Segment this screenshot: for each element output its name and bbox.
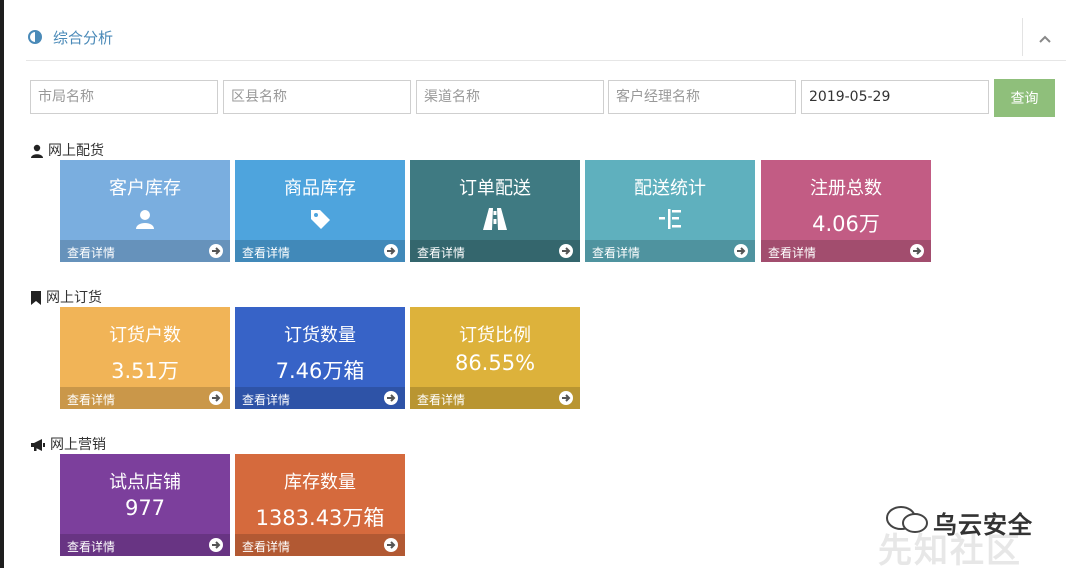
district-input[interactable] [223,80,411,114]
section-online-distribution: 网上配货 [30,142,104,160]
tile-order-ratio[interactable]: 订货比例 86.55% 查看详情 [410,307,580,409]
tile-stock-quantity[interactable]: 库存数量 1383.43万箱 查看详情 [235,454,405,556]
view-details-link[interactable]: 查看详情 [235,534,405,556]
view-details-link[interactable]: 查看详情 [60,240,230,262]
section-online-ordering: 网上订货 [30,289,102,307]
arrow-circle-right-icon [559,391,573,405]
view-details-link[interactable]: 查看详情 [235,240,405,262]
tile-value: 977 [124,496,166,520]
tile-pilot-stores[interactable]: 试点店铺 977 查看详情 [60,454,230,556]
city-bureau-input[interactable] [30,80,218,114]
arrow-circle-right-icon [384,538,398,552]
arrow-circle-right-icon [734,244,748,258]
arrow-circle-right-icon [209,244,223,258]
arrow-circle-right-icon [384,244,398,258]
arrow-circle-right-icon [910,244,924,258]
section-online-marketing: 网上营销 [30,436,106,454]
adjust-icon [28,30,42,44]
tag-icon [235,206,405,232]
tile-order-households[interactable]: 订货户数 3.51万 查看详情 [60,307,230,409]
arrow-circle-right-icon [559,244,573,258]
bookmark-icon [31,291,41,305]
arrow-circle-right-icon [209,538,223,552]
view-details-link[interactable]: 查看详情 [60,534,230,556]
chevron-up-icon [1039,35,1051,43]
tile-value: 1383.43万箱 [255,506,385,530]
tile-value: 4.06万 [812,212,880,236]
road-icon [410,206,580,232]
arrow-circle-right-icon [209,391,223,405]
tile-customer-inventory[interactable]: 客户库存 查看详情 [60,160,230,262]
tile-value: 3.51万 [111,359,179,383]
view-details-link[interactable]: 查看详情 [761,240,931,262]
account-manager-input[interactable] [608,80,796,114]
view-details-link[interactable]: 查看详情 [235,387,405,409]
user-icon [60,206,230,232]
tile-value: 86.55% [454,351,536,375]
channel-input[interactable] [416,80,604,114]
arrow-circle-right-icon [384,391,398,405]
query-button[interactable]: 查询 [994,79,1055,117]
watermark-brand: 乌云安全 [933,511,1033,539]
window-edge [0,0,4,568]
view-details-link[interactable]: 查看详情 [410,240,580,262]
tile-registered-total[interactable]: 注册总数 4.06万 查看详情 [761,160,931,262]
tile-order-quantity[interactable]: 订货数量 7.46万箱 查看详情 [235,307,405,409]
view-details-link[interactable]: 查看详情 [410,387,580,409]
tile-delivery-statistics[interactable]: 配送统计 查看详情 [585,160,755,262]
collapse-button[interactable] [1030,26,1060,52]
view-details-link[interactable]: 查看详情 [60,387,230,409]
bullhorn-icon [31,439,45,451]
panel-header: 综合分析 [26,18,1066,61]
tile-value: 7.46万箱 [275,359,365,383]
tile-order-delivery[interactable]: 订单配送 查看详情 [410,160,580,262]
user-icon [31,144,43,158]
header-divider [1022,18,1023,56]
wechat-icon [886,506,928,533]
tile-product-inventory[interactable]: 商品库存 查看详情 [235,160,405,262]
panel-title: 综合分析 [53,29,114,47]
indent-icon [585,206,755,232]
date-input[interactable] [801,80,989,114]
view-details-link[interactable]: 查看详情 [585,240,755,262]
